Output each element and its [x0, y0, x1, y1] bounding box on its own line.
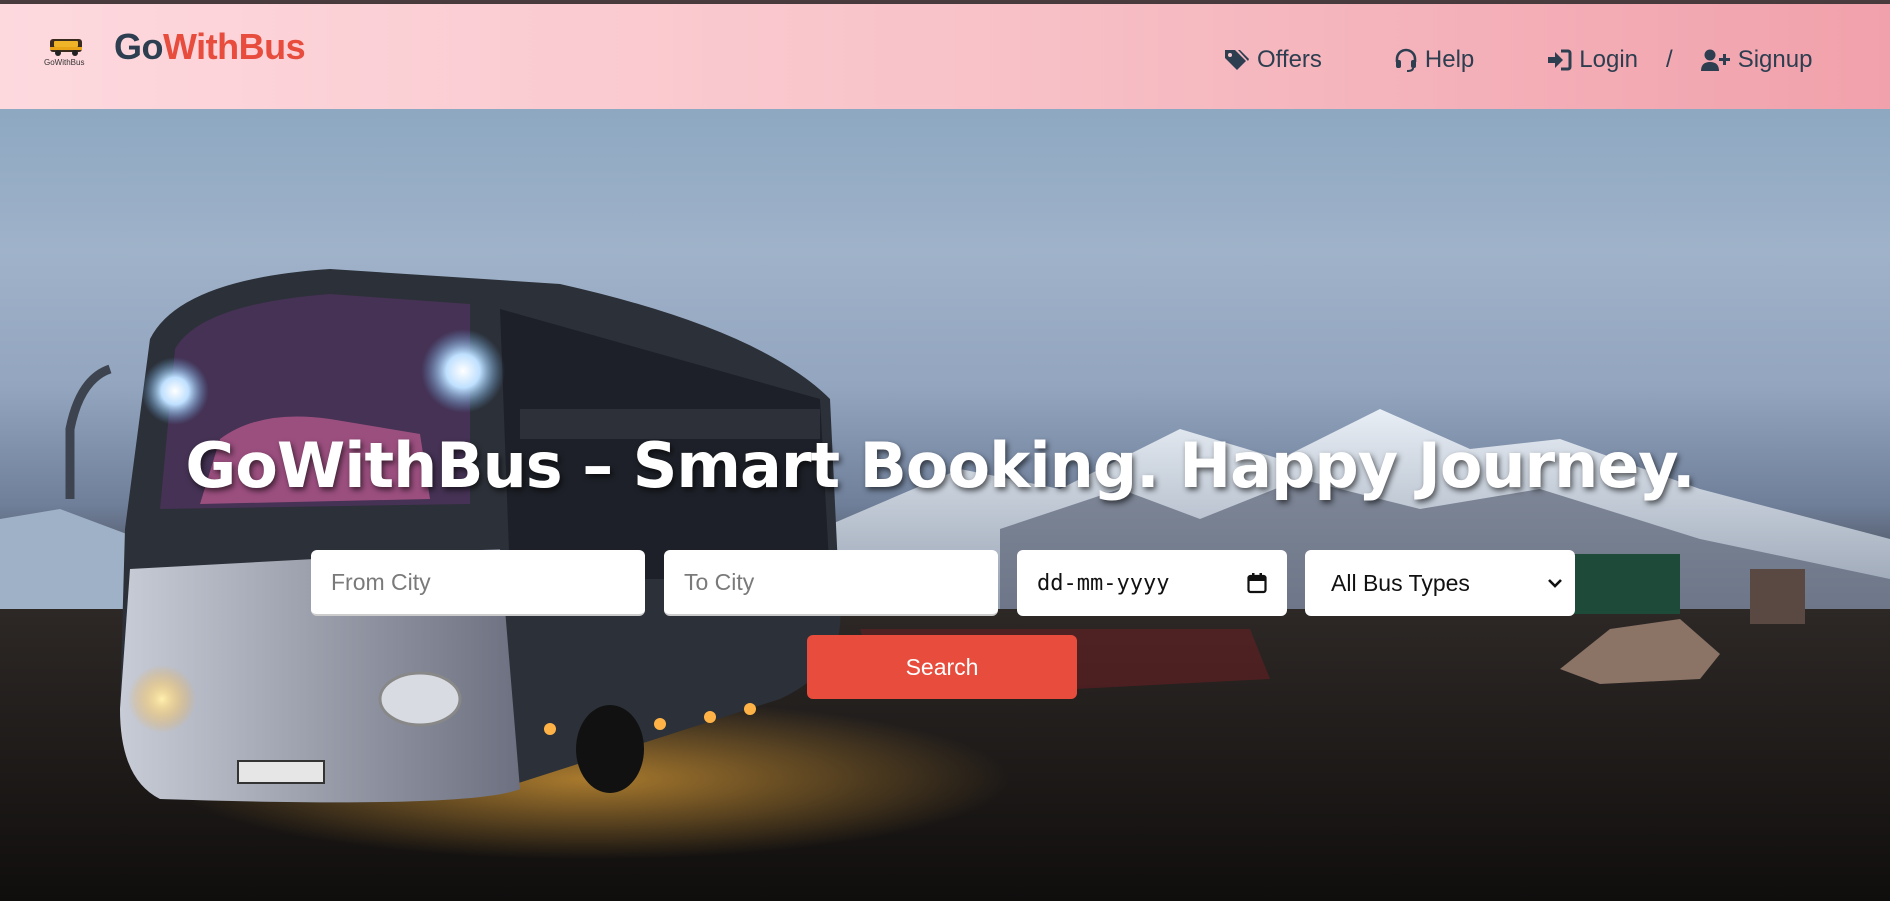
to-city-input[interactable]: [684, 568, 978, 596]
nav-signup[interactable]: Signup: [1700, 46, 1813, 74]
search-form: dd-mm-yyyy All Bus Types: [311, 550, 1575, 616]
nav-login[interactable]: Login: [1546, 46, 1638, 74]
nav-login-label: Login: [1579, 46, 1639, 73]
navbar: GoWithBus GoWithBus Offers Help Login / …: [0, 4, 1890, 109]
from-city-input[interactable]: [331, 568, 625, 596]
nav-help[interactable]: Help: [1394, 46, 1474, 74]
hero-section: GoWithBus – Smart Booking. Happy Journey…: [0, 109, 1890, 901]
nav-separator: /: [1666, 46, 1673, 73]
bus-logo-icon: GoWithBus: [44, 24, 92, 70]
date-placeholder: dd-mm-yyyy: [1037, 570, 1170, 596]
bus-image: [65, 269, 841, 803]
brand-name: GoWithBus: [114, 26, 306, 67]
search-button[interactable]: Search: [807, 635, 1077, 699]
bus-type-value: All Bus Types: [1331, 569, 1470, 596]
nav-help-label: Help: [1424, 46, 1475, 73]
sign-in-icon: [1548, 49, 1572, 71]
from-city-field[interactable]: [311, 550, 645, 616]
brand[interactable]: GoWithBus GoWithBus: [44, 24, 306, 70]
user-plus-icon: [1700, 49, 1730, 71]
nav-signup-label: Signup: [1737, 46, 1813, 73]
nav-offers-label: Offers: [1257, 46, 1322, 73]
hero-headline: GoWithBus – Smart Booking. Happy Journey…: [185, 429, 1695, 502]
calendar-icon[interactable]: [1247, 572, 1267, 594]
travel-date-field[interactable]: dd-mm-yyyy: [1017, 550, 1287, 616]
bus-type-select[interactable]: All Bus Types: [1305, 550, 1575, 616]
chevron-down-icon: [1548, 579, 1562, 588]
nav-offers[interactable]: Offers: [1224, 46, 1322, 74]
nav-links: Offers Help Login / Signup: [1224, 42, 1812, 78]
headset-icon: [1395, 48, 1417, 72]
tags-icon: [1225, 50, 1249, 70]
to-city-field[interactable]: [664, 550, 998, 616]
logo-caption: GoWithBus: [44, 58, 85, 67]
brand-name-part2: WithBus: [163, 26, 306, 67]
brand-name-part1: Go: [114, 26, 164, 67]
